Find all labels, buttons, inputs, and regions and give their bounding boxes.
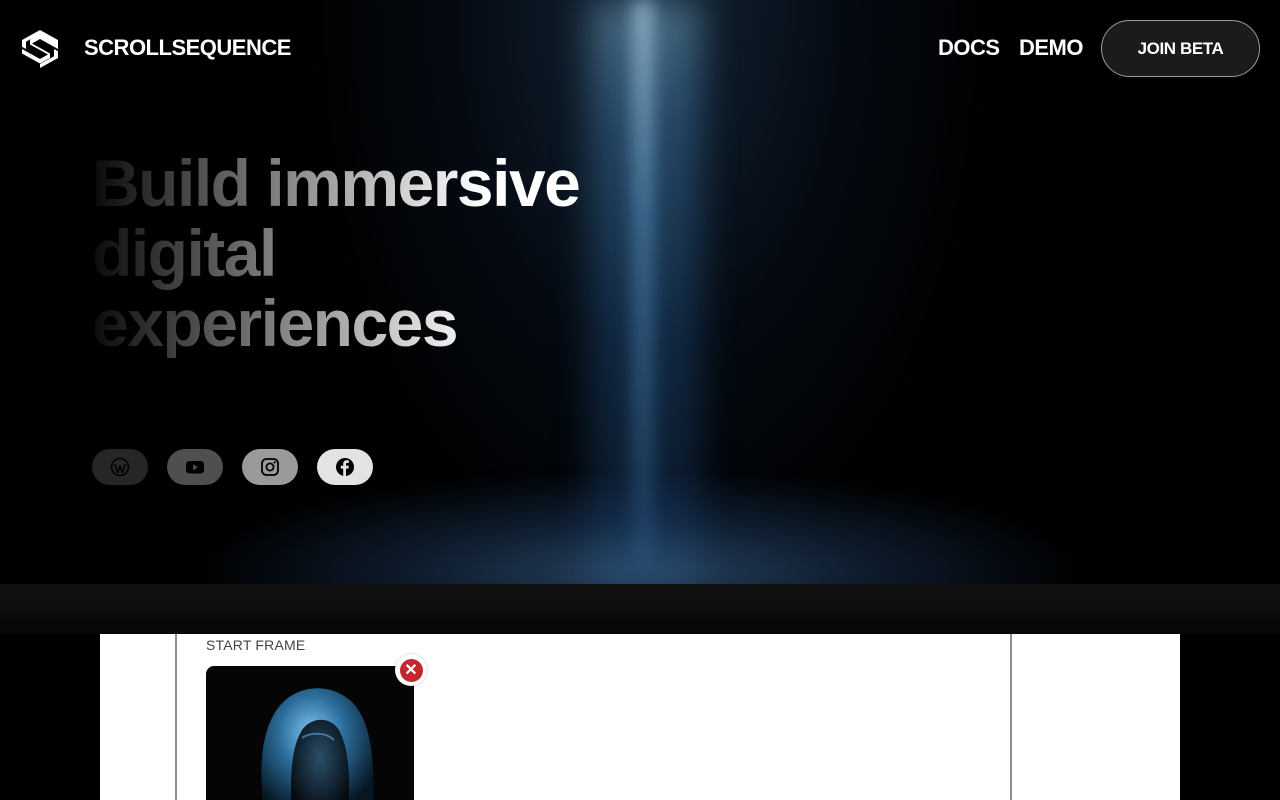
facebook-link[interactable] bbox=[317, 449, 373, 485]
youtube-link[interactable] bbox=[167, 449, 223, 485]
instagram-icon bbox=[261, 458, 279, 476]
nav-link-demo[interactable]: DEMO bbox=[1019, 35, 1084, 61]
start-frame-label: START FRAME bbox=[206, 637, 306, 653]
floor-band bbox=[0, 584, 1280, 634]
start-frame-thumbnail[interactable] bbox=[206, 666, 414, 800]
facebook-icon bbox=[336, 458, 354, 476]
scrollsequence-logo-icon[interactable] bbox=[20, 29, 60, 69]
hero-title: Build immersive digital experiences bbox=[92, 148, 652, 358]
landing-page: SCROLLSEQUENCE DOCS DEMO JOIN BETA Build… bbox=[0, 0, 1280, 800]
hero-title-line: digital bbox=[92, 216, 276, 290]
remove-frame-button[interactable]: ✕ bbox=[395, 654, 427, 686]
site-header: SCROLLSEQUENCE DOCS DEMO JOIN BETA bbox=[0, 0, 1280, 96]
hero-title-line: experiences bbox=[92, 286, 458, 360]
wordpress-link[interactable] bbox=[92, 449, 148, 485]
editor-preview: START FRAME ✕ bbox=[100, 634, 1180, 800]
brand-name[interactable]: SCROLLSEQUENCE bbox=[84, 35, 291, 61]
hero-title-line: Build immersive bbox=[92, 146, 580, 220]
join-beta-button[interactable]: JOIN BETA bbox=[1101, 20, 1260, 77]
wordpress-icon bbox=[110, 457, 130, 477]
nav-link-docs[interactable]: DOCS bbox=[938, 35, 1000, 61]
instagram-link[interactable] bbox=[242, 449, 298, 485]
youtube-icon bbox=[186, 461, 204, 474]
close-icon: ✕ bbox=[399, 658, 423, 682]
hooded-figure-image bbox=[261, 688, 374, 800]
